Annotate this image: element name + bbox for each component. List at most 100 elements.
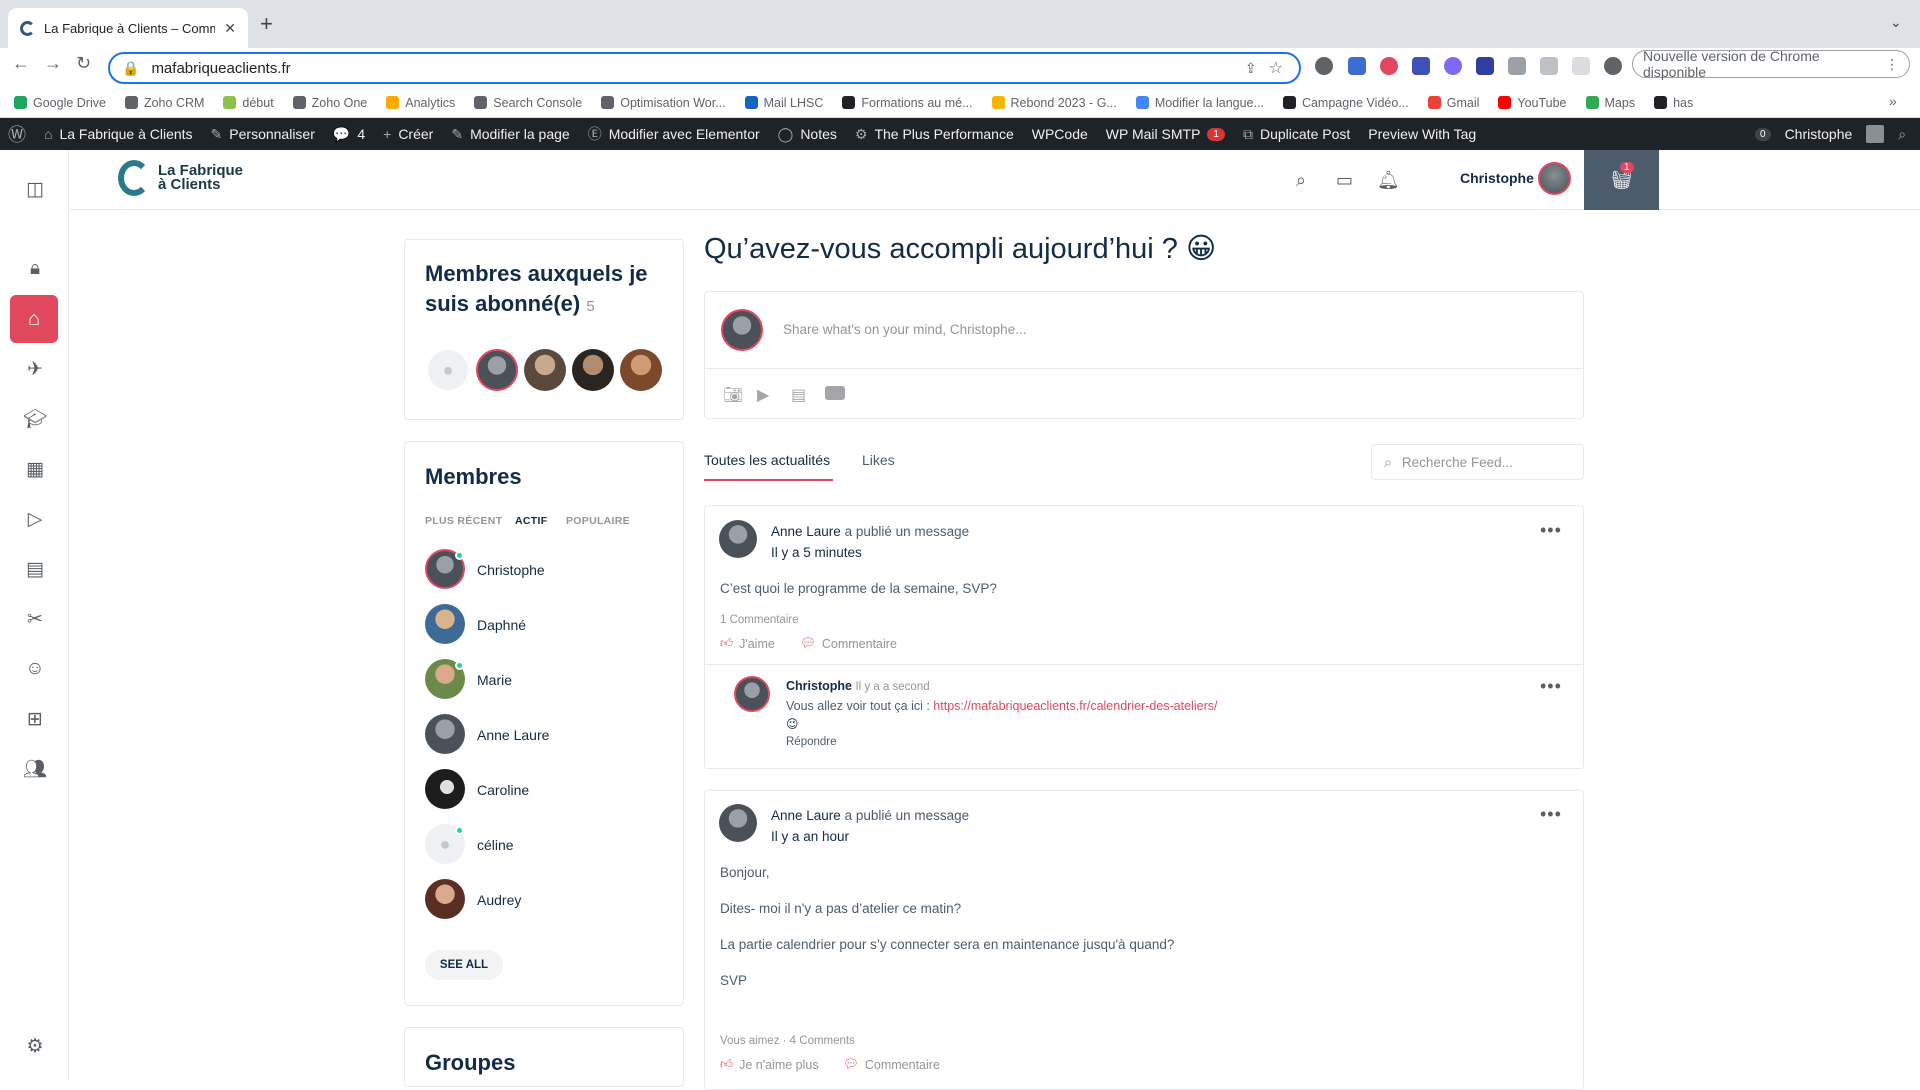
lock-nav-icon[interactable]: 🔒︎	[20, 254, 50, 284]
download-icon[interactable]	[1540, 57, 1558, 75]
feed-search[interactable]: ⌕ Recherche Feed...	[1371, 444, 1584, 480]
messages-inbox-icon[interactable]: ▭	[1336, 170, 1353, 191]
groups-nav-icon[interactable]: ☺	[20, 654, 50, 684]
site-logo[interactable]: La Fabrique à Clients	[118, 160, 243, 196]
bookmark-item[interactable]: Rebond 2023 - G...	[991, 96, 1117, 110]
feed-tab-likes[interactable]: Likes	[862, 452, 895, 468]
extension-gear-icon[interactable]	[1444, 57, 1462, 75]
settings-gear-icon[interactable]: ⚙	[20, 1031, 50, 1061]
camera-icon[interactable]: 📷︎	[723, 385, 743, 405]
post1-comment-button[interactable]: 💬︎ Commentaire	[800, 636, 897, 651]
wp-notes-link[interactable]: ◯ Notes	[778, 126, 837, 143]
wp-comments-link[interactable]: 💬 4	[333, 126, 365, 143]
member-name-christophe[interactable]: Christophe	[477, 562, 545, 578]
share-icon[interactable]: ⇪	[1245, 60, 1257, 77]
wp-logo-icon[interactable]: Ⓦ	[8, 121, 26, 147]
member-avatar-audrey[interactable]	[425, 879, 465, 919]
side-panel-icon[interactable]	[1572, 57, 1590, 75]
reload-icon[interactable]: ↻	[76, 53, 91, 74]
following-avatar-3[interactable]	[524, 349, 566, 391]
wp-site-link[interactable]: ⌂ La Fabrique à Clients	[44, 126, 193, 142]
apps-grid-nav-icon[interactable]: ⊞	[20, 704, 50, 734]
close-tab-icon[interactable]: ✕	[224, 20, 236, 37]
member-name-daphne[interactable]: Daphné	[477, 617, 526, 633]
reply-author-avatar[interactable]	[734, 676, 770, 712]
video-icon[interactable]: ▶	[757, 385, 769, 405]
bookmark-item[interactable]: Maps	[1585, 96, 1635, 110]
wp-user-name[interactable]: Christophe	[1785, 126, 1853, 142]
following-avatar-1[interactable]: ●	[428, 350, 468, 390]
members-tab-active[interactable]: ACTIF	[515, 515, 547, 527]
wp-edit-page-link[interactable]: ✎ Modifier la page	[451, 126, 569, 143]
wp-search-icon[interactable]: ⌕	[1898, 126, 1906, 143]
member-avatar-daphne[interactable]	[425, 604, 465, 644]
bookmarks-overflow-icon[interactable]: »	[1889, 93, 1897, 109]
updates-count[interactable]: 0	[1755, 127, 1771, 141]
document-upload-icon[interactable]: ▤	[791, 385, 806, 405]
member-name-celine[interactable]: céline	[477, 837, 514, 853]
following-avatar-2[interactable]	[476, 349, 518, 391]
wp-elementor-link[interactable]: Ⓔ Modifier avec Elementor	[588, 124, 760, 144]
post1-more-options-icon[interactable]: •••	[1540, 520, 1562, 541]
bookmark-item[interactable]: YouTube	[1498, 96, 1567, 110]
wp-customize-link[interactable]: ✎ Personnaliser	[211, 126, 315, 143]
following-avatar-5[interactable]	[620, 349, 662, 391]
bookmark-item[interactable]: début	[223, 96, 274, 110]
wp-user-avatar[interactable]	[1866, 125, 1885, 143]
wp-create-link[interactable]: + Créer	[383, 126, 433, 142]
bookmark-item[interactable]: Modifier la langue...	[1135, 96, 1264, 110]
members-tab-popular[interactable]: POPULAIRE	[566, 515, 630, 527]
extension-e-icon[interactable]	[1412, 57, 1430, 75]
extension-face-icon[interactable]	[1476, 57, 1494, 75]
post2-comment-button[interactable]: 💬︎ Commentaire	[843, 1057, 940, 1072]
header-search-icon[interactable]: ⌕	[1296, 170, 1306, 191]
extension-code-icon[interactable]	[1348, 57, 1366, 75]
gif-icon[interactable]	[825, 386, 845, 400]
tools-nav-icon[interactable]: ✂	[20, 604, 50, 634]
rocket-nav-icon[interactable]: ✈	[20, 354, 50, 384]
feed-tab-all[interactable]: Toutes les actualités	[704, 452, 830, 468]
wp-wpcode-link[interactable]: WPCode	[1032, 126, 1088, 142]
more-menu-icon[interactable]: ⋮	[1885, 56, 1899, 73]
bookmark-item[interactable]: Analytics	[386, 96, 455, 110]
reply-link[interactable]: https://mafabriqueaclients.fr/calendrier…	[933, 699, 1217, 713]
extension-w-icon[interactable]	[1315, 57, 1333, 75]
post2-stats[interactable]: Vous aimez · 4 Comments	[720, 1035, 855, 1047]
profile-icon[interactable]	[1604, 57, 1622, 75]
new-tab-icon[interactable]: +	[260, 11, 273, 37]
members-tab-recent[interactable]: PLUS RÉCENT	[425, 515, 502, 527]
tab-search-icon[interactable]: ⌄	[1890, 14, 1902, 31]
play-nav-icon[interactable]: ▷	[20, 504, 50, 534]
member-name-audrey[interactable]: Audrey	[477, 892, 521, 908]
browser-tab[interactable]: La Fabrique à Clients – Comm ✕	[8, 8, 248, 48]
post1-like-button[interactable]: 👍︎ J'aime	[720, 636, 775, 651]
extension-pokeball-icon[interactable]	[1380, 57, 1398, 75]
post1-time[interactable]: Il y a 5 minutes	[771, 545, 862, 560]
post2-more-options-icon[interactable]: •••	[1540, 804, 1562, 825]
following-avatar-4[interactable]	[572, 349, 614, 391]
member-avatar-anne-laure[interactable]	[425, 714, 465, 754]
notifications-bell-icon[interactable]: 🔔︎	[1377, 170, 1400, 191]
forward-icon[interactable]: →	[44, 53, 62, 74]
header-user-avatar[interactable]	[1538, 162, 1571, 195]
wp-plus-performance-link[interactable]: ⚙ The Plus Performance	[855, 126, 1014, 143]
cart-button[interactable]: 🧺︎ 1	[1584, 150, 1659, 210]
wp-smtp-link[interactable]: WP Mail SMTP 1	[1106, 126, 1225, 142]
bookmark-item[interactable]: Mail LHSC	[744, 96, 823, 110]
post1-comments-count[interactable]: 1 Commentaire	[720, 614, 799, 626]
see-all-members-button[interactable]: SEE ALL	[425, 950, 503, 980]
bookmark-item[interactable]: Zoho One	[292, 96, 367, 110]
calendar-nav-icon[interactable]: ▦	[20, 454, 50, 484]
post1-author-avatar[interactable]	[719, 520, 757, 558]
feed-search-input[interactable]: Recherche Feed...	[1402, 455, 1513, 470]
bookmark-item[interactable]: Formations au mé...	[842, 96, 973, 110]
bookmark-item[interactable]: Optimisation Wor...	[601, 96, 726, 110]
member-name-marie[interactable]: Marie	[477, 672, 512, 688]
wp-duplicate-link[interactable]: ⧉ Duplicate Post	[1243, 126, 1350, 143]
composer-input[interactable]: Share what's on your mind, Christophe...	[783, 322, 1026, 337]
reply-author[interactable]: Christophe	[786, 679, 852, 693]
members-nav-icon[interactable]: 👥︎	[20, 754, 50, 784]
bookmark-item[interactable]: Gmail	[1427, 96, 1479, 110]
reply-more-options-icon[interactable]: •••	[1540, 676, 1562, 697]
graduation-cap-nav-icon[interactable]: 🎓︎	[20, 404, 50, 434]
